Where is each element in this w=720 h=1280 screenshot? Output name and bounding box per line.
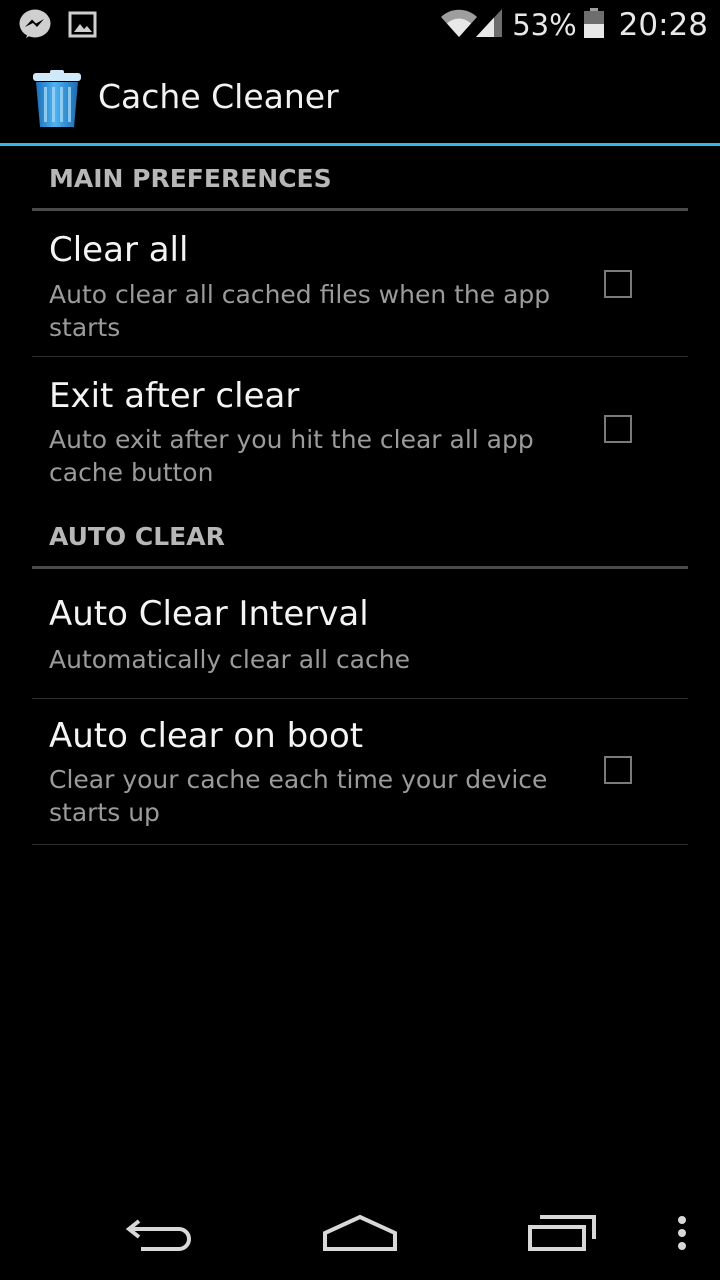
pref-summary: Auto clear all cached files when the app…: [49, 280, 551, 342]
exit-after-clear-checkbox[interactable]: [604, 415, 632, 443]
battery-icon: [583, 7, 605, 43]
category-title: MAIN PREFERENCES: [49, 164, 332, 193]
pref-title: Auto clear on boot: [49, 716, 364, 756]
recent-apps-icon[interactable]: [512, 1206, 612, 1260]
status-bar: 53% 20:28: [0, 0, 720, 50]
item-divider: [32, 844, 688, 845]
pref-title: Clear all: [49, 230, 189, 270]
category-title: AUTO CLEAR: [49, 522, 225, 551]
back-icon[interactable]: [110, 1206, 210, 1260]
wifi-icon: [440, 7, 478, 43]
trash-can-icon[interactable]: [32, 70, 82, 128]
clock: 20:28: [618, 7, 708, 43]
category-auto-clear: AUTO CLEAR: [0, 504, 720, 569]
signal-icon: [474, 7, 504, 43]
image-icon: [68, 10, 98, 40]
pref-exit-after-clear[interactable]: Exit after clear Auto exit after you hit…: [0, 357, 720, 507]
pref-title: Exit after clear: [49, 376, 300, 416]
pref-clear-all[interactable]: Clear all Auto clear all cached files wh…: [0, 210, 720, 356]
navigation-bar: [0, 1186, 720, 1280]
category-main-preferences: MAIN PREFERENCES: [0, 146, 720, 211]
pref-summary: Automatically clear all cache: [49, 645, 410, 674]
pref-auto-clear-interval[interactable]: Auto Clear Interval Automatically clear …: [0, 568, 720, 698]
messenger-icon: [18, 8, 52, 42]
pref-auto-clear-on-boot[interactable]: Auto clear on boot Clear your cache each…: [0, 699, 720, 844]
pref-title: Auto Clear Interval: [49, 594, 369, 634]
overflow-menu-icon[interactable]: [662, 1206, 702, 1260]
home-icon[interactable]: [310, 1206, 410, 1260]
app-title: Cache Cleaner: [98, 77, 339, 116]
pref-summary: Clear your cache each time your device s…: [49, 765, 548, 827]
action-bar: Cache Cleaner: [0, 50, 720, 143]
pref-summary: Auto exit after you hit the clear all ap…: [49, 425, 534, 487]
battery-percent: 53%: [512, 8, 577, 42]
auto-clear-on-boot-checkbox[interactable]: [604, 756, 632, 784]
clear-all-checkbox[interactable]: [604, 270, 632, 298]
status-indicators: 53% 20:28: [440, 0, 708, 50]
